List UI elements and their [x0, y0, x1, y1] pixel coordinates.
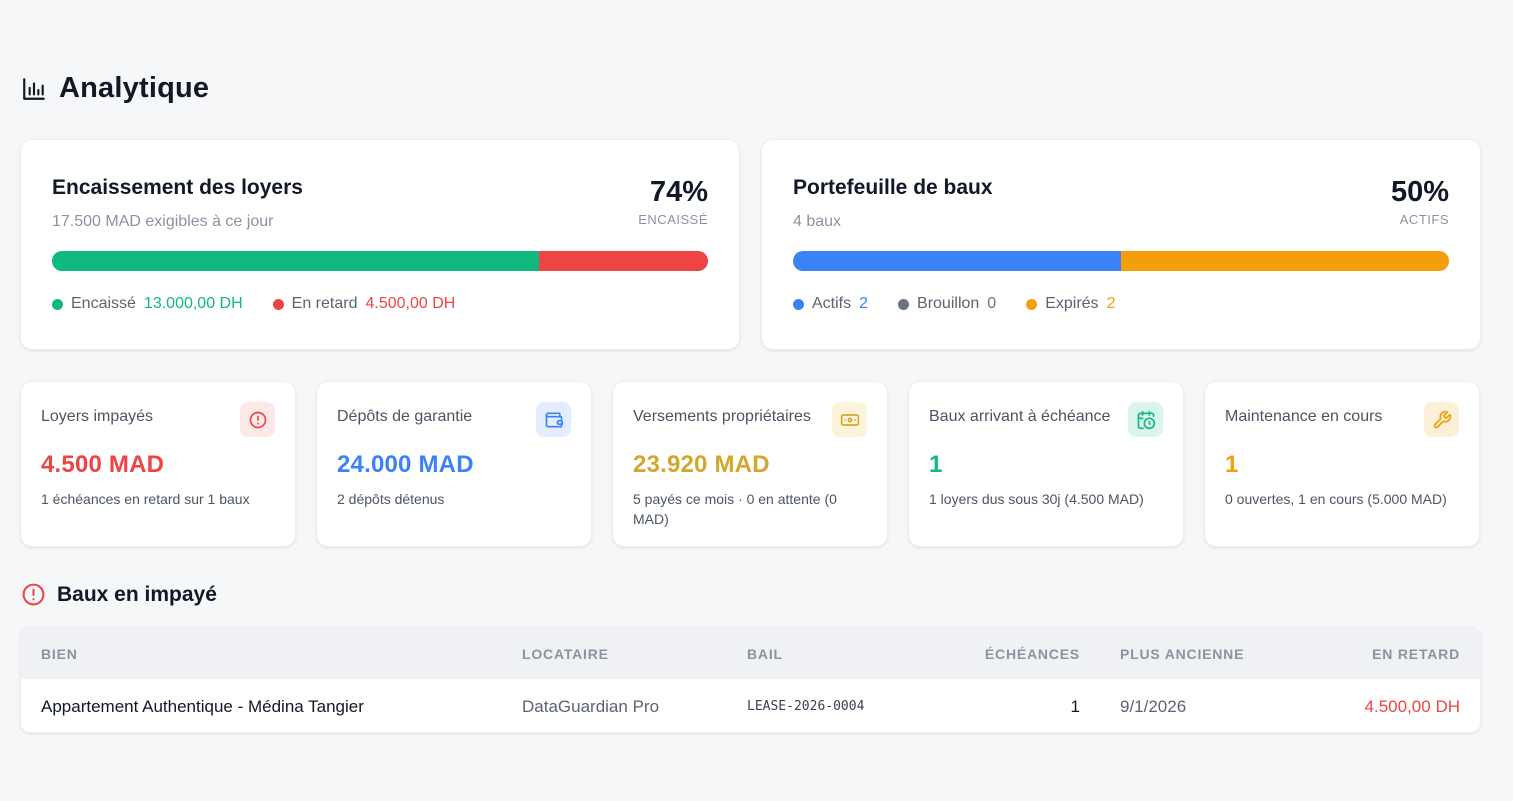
cell-installments: 1	[1070, 696, 1080, 716]
table-row[interactable]: Appartement Authentique - Médina Tangier…	[21, 679, 1480, 732]
rent-collection-legend: Encaissé 13.000,00 DH En retard 4.500,00…	[52, 295, 708, 313]
lease-portfolio-percent: 50%	[1390, 176, 1449, 208]
column-header-lease[interactable]: BAIL	[727, 628, 952, 679]
calendar-clock-icon	[1128, 402, 1163, 437]
cell-oldest: 9/1/2026	[1120, 696, 1187, 716]
stat-card-security-deposits[interactable]: Dépôts de garantie 24.000 MAD 2 dépôts d…	[316, 381, 592, 547]
stat-value: 4.500 MAD	[41, 451, 165, 478]
overdue-leases-table: BIEN LOCATAIRE BAIL ÉCHÉANCES PLUS ANCIE…	[20, 627, 1481, 733]
stat-card-expiring-leases[interactable]: Baux arrivant à échéance 1 1 loyers dus …	[908, 381, 1184, 547]
stat-title: Maintenance en cours	[1225, 408, 1383, 425]
legend-value: 2	[1106, 295, 1116, 312]
stat-value: 1	[929, 451, 943, 478]
overdue-segment	[539, 251, 708, 271]
wrench-icon	[1424, 402, 1459, 437]
cell-lease[interactable]: LEASE-2026-0004	[727, 679, 952, 732]
stat-description: 2 dépôts détenus	[337, 491, 445, 507]
cell-tenant: DataGuardian Pro	[522, 696, 660, 716]
alert-circle-icon	[240, 402, 275, 437]
page-header: Analytique	[21, 72, 209, 105]
stat-title: Baux arrivant à échéance	[929, 408, 1111, 425]
lease-portfolio-progress-bar	[793, 251, 1449, 271]
rent-collection-percent: 74%	[649, 176, 708, 208]
column-header-oldest[interactable]: PLUS ANCIENNE	[1100, 628, 1305, 679]
column-header-property[interactable]: BIEN	[21, 628, 502, 679]
legend-value: 2	[859, 295, 869, 312]
legend-item-overdue: En retard 4.500,00 DH	[272, 295, 456, 313]
rent-collection-progress-bar	[52, 251, 708, 271]
legend-dot	[1026, 298, 1038, 310]
stat-title: Versements propriétaires	[633, 408, 811, 425]
alert-circle-icon	[22, 583, 45, 606]
expired-segment	[1121, 251, 1449, 271]
legend-item-active: Actifs 2	[793, 295, 868, 313]
rent-collection-title: Encaissement des loyers	[52, 176, 303, 199]
bar-chart-icon	[23, 77, 45, 100]
stat-value: 24.000 MAD	[337, 451, 474, 478]
column-header-overdue[interactable]: EN RETARD	[1305, 628, 1480, 679]
legend-label: Encaissé	[71, 295, 136, 312]
legend-dot	[52, 298, 63, 310]
legend-item-draft: Brouillon 0	[898, 295, 996, 313]
stat-title: Dépôts de garantie	[337, 408, 473, 425]
stat-value: 23.920 MAD	[633, 451, 770, 478]
stat-card-maintenance[interactable]: Maintenance en cours 1 0 ouvertes, 1 en …	[1204, 381, 1480, 547]
legend-dot	[898, 298, 910, 310]
column-header-installments[interactable]: ÉCHÉANCES	[952, 628, 1100, 679]
cell-overdue-amount: 4.500,00 DH	[1364, 696, 1460, 716]
lease-portfolio-legend: Actifs 2 Brouillon 0 Expirés 2	[793, 295, 1449, 313]
legend-label: Expirés	[1045, 295, 1099, 312]
stat-description: 5 payés ce mois · 0 en attente (0 MAD)	[633, 491, 837, 528]
stat-value: 1	[1225, 451, 1239, 478]
rent-collection-card: Encaissement des loyers 17.500 MAD exigi…	[20, 139, 740, 350]
rent-collection-percent-label: ENCAISSÉ	[638, 212, 708, 227]
rent-collection-subtitle: 17.500 MAD exigibles à ce jour	[52, 213, 274, 230]
legend-label: Brouillon	[917, 295, 980, 312]
stat-description: 1 loyers dus sous 30j (4.500 MAD)	[929, 491, 1144, 507]
legend-value: 13.000,00 DH	[143, 295, 243, 312]
legend-label: En retard	[291, 295, 358, 312]
active-segment	[793, 251, 1121, 271]
legend-value: 4.500,00 DH	[365, 295, 456, 312]
overdue-section-header: Baux en impayé	[21, 582, 217, 607]
lease-portfolio-subtitle: 4 baux	[793, 213, 842, 230]
legend-item-collected: Encaissé 13.000,00 DH	[52, 295, 243, 313]
collected-segment	[52, 251, 540, 271]
lease-portfolio-percent-label: ACTIFS	[1399, 212, 1449, 227]
overdue-section-title: Baux en impayé	[57, 582, 217, 606]
lease-portfolio-title: Portefeuille de baux	[793, 176, 993, 199]
table-header-row: BIEN LOCATAIRE BAIL ÉCHÉANCES PLUS ANCIE…	[21, 628, 1480, 679]
wallet-icon	[536, 402, 571, 437]
legend-dot	[793, 298, 804, 310]
legend-item-expired: Expirés 2	[1026, 295, 1115, 313]
legend-label: Actifs	[812, 295, 852, 312]
stat-card-owner-payouts[interactable]: Versements propriétaires 23.920 MAD 5 pa…	[612, 381, 888, 547]
page-title: Analytique	[59, 72, 210, 104]
banknote-icon	[832, 402, 867, 437]
legend-value: 0	[987, 295, 997, 312]
legend-dot	[272, 298, 284, 310]
lease-portfolio-card: Portefeuille de baux 4 baux 50% ACTIFS A…	[761, 139, 1481, 350]
cell-property[interactable]: Appartement Authentique - Médina Tangier	[21, 679, 502, 732]
stat-description: 0 ouvertes, 1 en cours (5.000 MAD)	[1225, 491, 1447, 507]
stat-description: 1 échéances en retard sur 1 baux	[41, 491, 250, 507]
stat-card-unpaid-rent[interactable]: Loyers impayés 4.500 MAD 1 échéances en …	[20, 381, 296, 547]
stat-title: Loyers impayés	[41, 408, 154, 425]
column-header-tenant[interactable]: LOCATAIRE	[502, 628, 727, 679]
